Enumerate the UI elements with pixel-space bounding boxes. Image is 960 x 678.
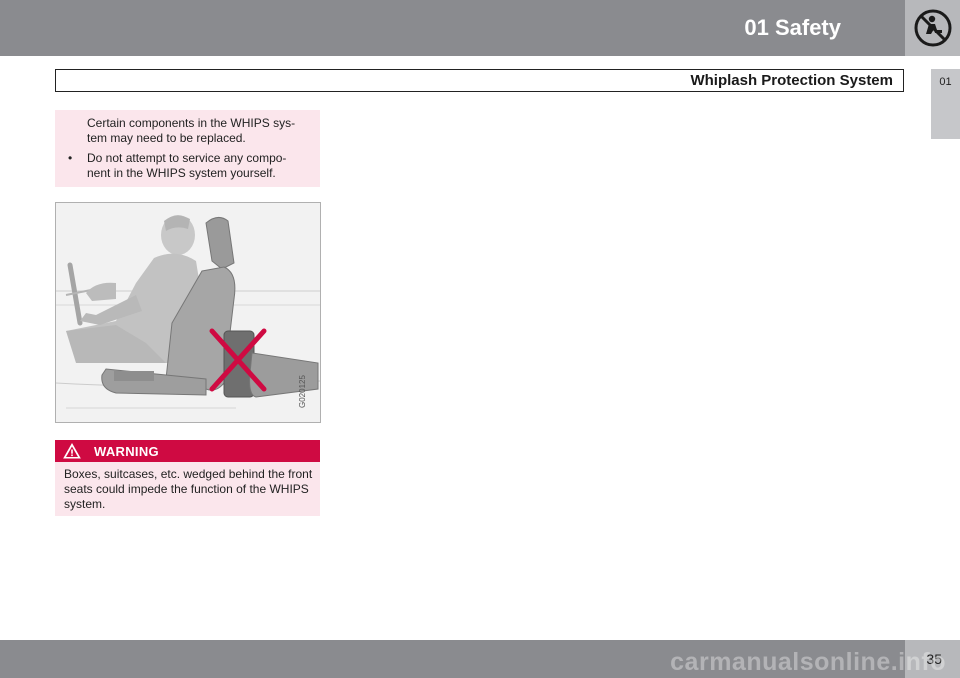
chapter-header-bar: 01 Safety	[0, 0, 905, 56]
seat-illustration: G020125	[56, 203, 320, 422]
warning-header: WARNING	[55, 440, 320, 462]
warning-box: WARNING Boxes, suitcases, etc. wedged be…	[55, 440, 320, 516]
bullet-text: Do not attempt to service any compo- nen…	[87, 151, 287, 180]
section-header-bar: Whiplash Protection System	[55, 69, 904, 92]
chapter-title: 01 Safety	[744, 15, 841, 40]
section-title: Whiplash Protection System	[690, 72, 893, 89]
info-box: Certain components in the WHIPS sys- tem…	[55, 110, 320, 187]
warning-triangle-icon	[63, 443, 81, 459]
list-item: • Do not attempt to service any compo- n…	[55, 151, 312, 181]
side-tab-label: 01	[939, 76, 952, 88]
warning-title: WARNING	[94, 444, 159, 459]
no-seatbelt-icon	[914, 9, 952, 47]
bullet: •	[68, 151, 73, 165]
chapter-side-tab[interactable]: 01	[931, 69, 960, 139]
warning-text: Boxes, suitcases, etc. wedged behind the…	[64, 467, 313, 511]
chapter-icon-box	[905, 0, 960, 56]
watermark: carmanualsonline.info	[670, 648, 946, 676]
intro-text: Certain components in the WHIPS sys- tem…	[87, 116, 296, 145]
figure-code: G020125	[298, 375, 307, 408]
whips-illustration: G020125	[55, 202, 321, 423]
